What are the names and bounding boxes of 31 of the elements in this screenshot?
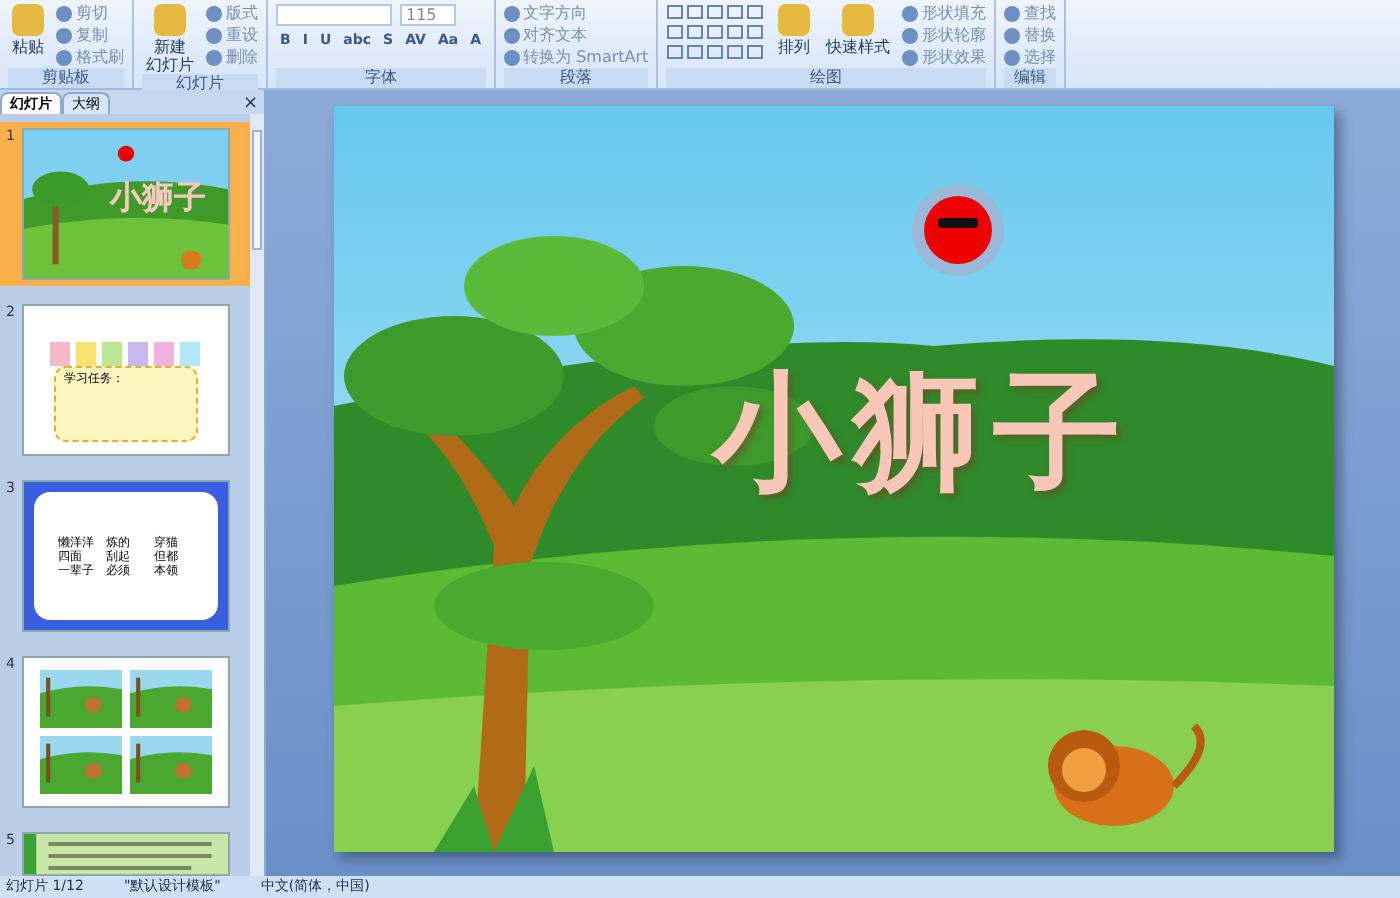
shape-gallery-icon[interactable] [666,4,767,64]
ribbon-button[interactable]: 粘贴 [8,4,48,56]
thumbnail-title: 小狮子 [109,180,206,217]
ribbon-button[interactable]: 排列 [774,4,815,56]
ribbon-button[interactable]: 形状填充 [902,4,987,24]
group-label: 编辑 [1004,68,1057,88]
ribbon-button[interactable]: 剪切 [56,4,124,24]
ribbon-button[interactable]: 文字方向 [503,4,649,24]
group-label: 段落 [503,68,649,88]
ribbon-button-icon [778,4,811,36]
ribbon-button-icon [12,4,44,36]
group-label: 剪贴板 [8,68,124,88]
ribbon-button[interactable]: 查找 [1004,4,1057,24]
ribbon-button[interactable]: 快速样式 [822,4,895,56]
button-label-line: 新建 [154,38,186,56]
button-label-line: 幻灯片 [146,56,194,74]
ribbon-button-icon [842,4,875,36]
slide-title: 小狮子 [713,362,1133,506]
scrollbar-thumb[interactable] [252,130,262,250]
button-label: 快速样式 [826,38,891,56]
ribbon-button-icon [154,4,186,36]
group-label: 绘图 [666,68,987,88]
button-label: 粘贴 [12,38,44,56]
ribbon-button[interactable]: 新建 幻灯片 [142,4,198,74]
close-button[interactable]: × [242,94,264,114]
scrollbar[interactable] [250,114,264,876]
group-label: 字体 [276,68,486,88]
font-name-field[interactable] [276,4,392,26]
ribbon-button[interactable]: 版式 [206,4,258,24]
button-label: 排列 [778,38,811,56]
font-size-field[interactable]: 115 [400,4,456,26]
